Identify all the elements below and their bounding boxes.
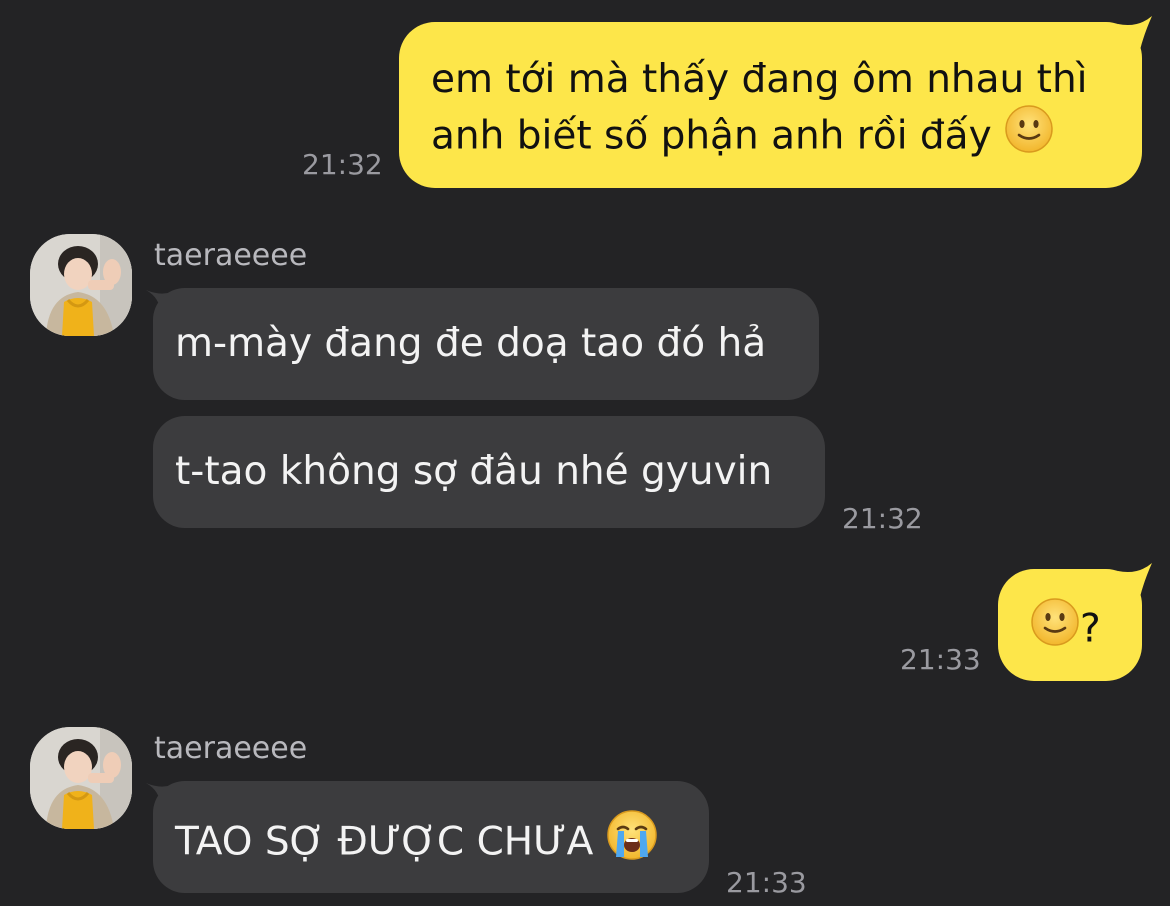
message-text-line-2: anh biết số phận anh rồi đấy xyxy=(431,113,992,159)
chat-bubble-incoming[interactable]: m-mày đang đe doạ tao đó hả xyxy=(153,288,819,400)
message-text-line: TAO SỢ ĐƯỢC CHƯA xyxy=(175,809,709,877)
message-text: TAO SỢ ĐƯỢC CHƯA xyxy=(175,819,594,865)
message-text: m-mày đang đe doạ tao đó hả xyxy=(175,321,767,366)
message-text: ? xyxy=(1080,606,1101,652)
chat-bubble-incoming[interactable]: t-tao không sợ đâu nhé gyuvin xyxy=(153,416,825,528)
avatar[interactable] xyxy=(30,234,132,336)
chat-bubble-outgoing[interactable]: em tới mà thấy đang ôm nhau thì anh biết… xyxy=(399,22,1142,188)
message-text-line: anh biết số phận anh rồi đấy xyxy=(431,104,1142,170)
chat-bubble-outgoing[interactable]: ? xyxy=(998,569,1142,681)
message-text: t-tao không sợ đâu nhé gyuvin xyxy=(175,449,773,494)
loudly-crying-face-icon xyxy=(606,809,658,875)
message-timestamp: 21:33 xyxy=(726,866,807,899)
avatar[interactable] xyxy=(30,727,132,829)
sender-name: taeraeeee xyxy=(154,238,308,273)
message-text-line: ? xyxy=(1030,597,1142,663)
slightly-smiling-face-icon xyxy=(1004,104,1054,168)
chat-bubble-incoming[interactable]: TAO SỢ ĐƯỢC CHƯA xyxy=(153,781,709,893)
message-timestamp: 21:32 xyxy=(302,148,383,181)
sender-name: taeraeeee xyxy=(154,731,308,766)
message-text-line: em tới mà thấy đang ôm nhau thì xyxy=(431,57,1088,102)
slightly-smiling-face-icon xyxy=(1030,597,1080,661)
message-timestamp: 21:32 xyxy=(842,502,923,535)
message-timestamp: 21:33 xyxy=(900,643,981,676)
